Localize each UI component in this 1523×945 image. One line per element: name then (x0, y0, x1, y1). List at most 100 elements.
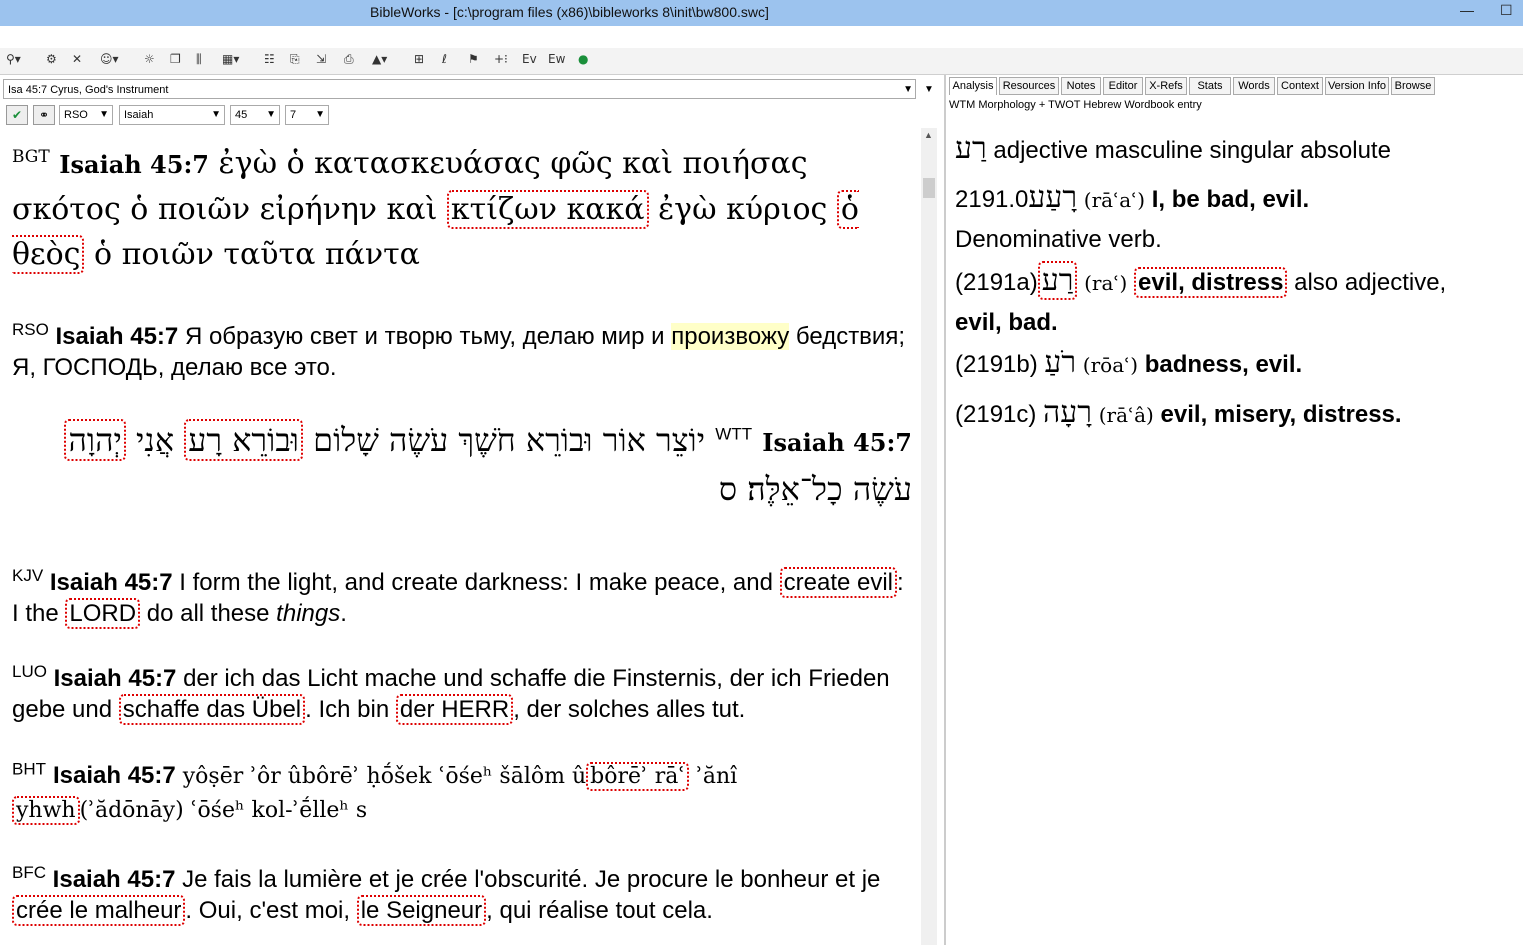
verse-text[interactable]: Je fais la lumière et je crée l'obscurit… (182, 866, 880, 893)
export-icon[interactable]: ⇲ (316, 52, 326, 66)
verse-text[interactable]: yôṣēr ʾôr ûbôrēʾ ḥṓšek ʿōśeʰ šālôm û (183, 764, 586, 789)
verse-text[interactable]: I form the light, and create darkness: I… (179, 569, 773, 596)
entry-number: (2191c) (955, 401, 1037, 428)
columns-icon[interactable]: ⫼ (196, 52, 202, 67)
verse-text[interactable]: עֹשֶׂה כָל־אֵלֶּה׃ ס (719, 470, 912, 508)
highlighted-phrase[interactable]: schaffe das Übel (118, 694, 306, 725)
verse-text[interactable]: יוֹצֵר אוֹר וּבוֹרֵא חֹשֶׁךְ עֹשֶׂה שָׁל… (313, 421, 705, 459)
tab-analysis[interactable]: Analysis (949, 77, 997, 95)
layout-icon[interactable]: ⊞ (414, 52, 424, 66)
version-label: KJV (12, 566, 44, 585)
highlighted-phrase[interactable]: der HERR (395, 694, 514, 725)
tab-context[interactable]: Context (1277, 77, 1323, 95)
italic-word[interactable]: things (276, 600, 340, 627)
highlight-icon[interactable]: ▲▾ (372, 52, 387, 66)
copy-icon[interactable]: ⎘ (290, 52, 300, 67)
minimize-icon[interactable]: — (1460, 2, 1474, 18)
hebrew-word[interactable]: רֹעַ (1044, 345, 1076, 380)
verse-text[interactable]: ʾănî (696, 764, 737, 789)
highlighted-phrase[interactable]: LORD (65, 598, 141, 629)
highlighted-phrase[interactable]: וּבוֹרֵא רָע (184, 419, 303, 461)
hebrew-word[interactable]: רָעַע (1028, 180, 1077, 215)
verse-ref[interactable]: Isaiah 45:7 (59, 150, 209, 179)
version-label: BGT (12, 147, 50, 167)
verse-ref[interactable]: Isaiah 45:7 (53, 762, 176, 789)
highlighted-phrase[interactable]: le Seigneur (356, 895, 487, 926)
maximize-icon[interactable]: ☐ (1500, 2, 1513, 19)
vertical-scrollbar[interactable]: ▲ (921, 128, 937, 945)
pane-splitter[interactable] (944, 75, 946, 945)
version-select[interactable]: RSO ▼ (59, 105, 113, 125)
verse-text[interactable]: . Ich bin (305, 696, 389, 723)
verse-text[interactable]: ἐγὼ κύριος (658, 192, 827, 227)
chevron-down-icon[interactable]: ▼ (921, 80, 937, 100)
list-icon[interactable]: ☷ (264, 52, 275, 66)
entry-title: WTM Morphology + TWOT Hebrew Wordbook en… (949, 99, 1202, 111)
globe-icon[interactable]: ● (578, 52, 588, 66)
scrollbar-thumb[interactable] (923, 178, 935, 198)
version-label: WTT (715, 424, 753, 444)
verse-text[interactable]: , der solches alles tut. (513, 696, 745, 723)
version-label: BHT (12, 759, 46, 779)
tab-notes[interactable]: Notes (1061, 77, 1101, 95)
chapter-select[interactable]: 45 ▼ (230, 105, 280, 125)
book-select[interactable]: Isaiah ▼ (119, 105, 225, 125)
definition: badness, evil. (1144, 351, 1303, 378)
verse-ref[interactable]: Isaiah 45:7 (762, 428, 912, 457)
options-icon[interactable]: ⚙ (46, 52, 57, 66)
user-icon[interactable]: ☺▾ (100, 52, 119, 66)
checkmark-icon[interactable]: ✔ (6, 105, 28, 125)
lexicon-line: (2191a) רַע (raʿ) evil, distress also adj… (955, 261, 1446, 300)
head-word[interactable]: רַע (955, 131, 987, 166)
verse-ref[interactable]: Isaiah 45:7 (56, 323, 179, 350)
tab-editor[interactable]: Editor (1103, 77, 1143, 95)
flag-icon[interactable]: ⚑ (468, 52, 479, 66)
definition: evil, misery, distress. (1160, 401, 1402, 428)
tab-resources[interactable]: Resources (999, 77, 1059, 95)
note-icon[interactable]: ℓ (442, 52, 447, 66)
verse-ref[interactable]: Isaiah 45:7 (54, 665, 177, 692)
verse-text[interactable]: Я образую свет и творю тьму, делаю мир и (185, 323, 665, 350)
verse-ref[interactable]: Isaiah 45:7 (50, 569, 173, 596)
verse-text[interactable]: , qui réalise tout cela. (486, 897, 713, 924)
tab-words[interactable]: Words (1233, 77, 1275, 95)
highlighted-phrase[interactable]: yhwh (12, 796, 80, 825)
verse-bht: BHT Isaiah 45:7 yôṣēr ʾôr ûbôrēʾ ḥṓšek ʿ… (12, 759, 912, 828)
verse-select[interactable]: 7 ▼ (285, 105, 329, 125)
chevron-down-icon[interactable]: ▼ (903, 80, 913, 100)
tab-browse[interactable]: Browse (1391, 77, 1435, 95)
scroll-up-icon[interactable]: ▲ (924, 130, 933, 140)
link-icon[interactable]: ⚭ (33, 105, 55, 125)
verse-kjv: KJV Isaiah 45:7 I form the light, and cr… (12, 567, 912, 629)
tab-stats[interactable]: Stats (1189, 77, 1231, 95)
highlighted-phrase[interactable]: κτίζων κακά (446, 190, 649, 229)
verse-text[interactable]: . Oui, c'est moi, (185, 897, 350, 924)
verse-text[interactable]: . (340, 600, 347, 627)
title-bar: BibleWorks - [c:\program files (x86)\bib… (0, 0, 1523, 26)
tools-icon[interactable]: ✕ (72, 52, 82, 66)
tab-version-info[interactable]: Version Info (1325, 77, 1389, 95)
reference-box[interactable]: Isa 45:7 Cyrus, God's Instrument ▼ (3, 79, 916, 99)
hebrew-word[interactable]: רָעָה (1043, 395, 1092, 430)
lamp-icon[interactable]: ☼ (144, 52, 155, 66)
verse-text[interactable]: ὁ ποιῶν ταῦτα πάντα (94, 237, 420, 272)
ew-icon[interactable]: Ew (548, 52, 565, 66)
verse-text[interactable]: (ʾădōnāy) ʿōśeʰ kol-ʾḗlleʰ s (80, 798, 368, 823)
windows-icon[interactable]: ❐ (170, 52, 181, 66)
print-icon[interactable]: ⎙ (344, 52, 354, 67)
selected-word[interactable]: произвожу (671, 323, 790, 350)
verse-text[interactable]: do all these (147, 600, 270, 627)
highlighted-phrase[interactable]: crée le malheur (12, 895, 186, 926)
highlighted-phrase[interactable]: bôrēʾ rāʿ (586, 762, 690, 791)
search-tool-icon[interactable]: ⚲▾ (6, 52, 21, 66)
entry-number: 2191.0 (955, 186, 1029, 213)
hebrew-word[interactable]: רַע (1037, 261, 1078, 300)
verse-ref[interactable]: Isaiah 45:7 (53, 866, 176, 893)
highlighted-phrase[interactable]: יְהוָה (64, 419, 126, 461)
highlighted-phrase[interactable]: create evil (779, 567, 898, 598)
ev-icon[interactable]: Ev (522, 52, 537, 66)
grid-icon[interactable]: ▦▾ (222, 52, 239, 66)
verse-text[interactable]: אֲנִי (136, 421, 174, 459)
add-icon[interactable]: +⁝ (494, 52, 508, 66)
tab-x-refs[interactable]: X-Refs (1145, 77, 1187, 95)
